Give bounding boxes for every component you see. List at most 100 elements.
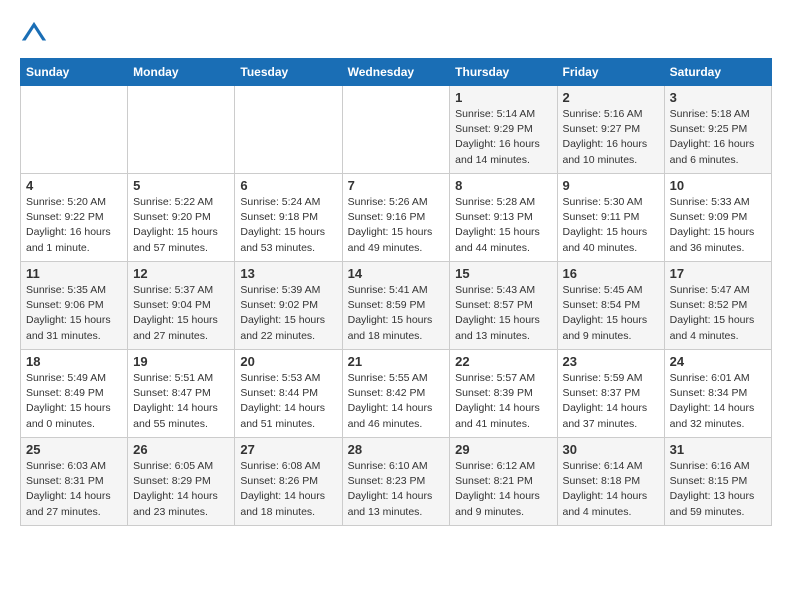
day-number: 25: [26, 442, 122, 457]
calendar-cell: 18 Sunrise: 5:49 AM Sunset: 8:49 PM Dayli…: [21, 350, 128, 438]
calendar-cell: 21 Sunrise: 5:55 AM Sunset: 8:42 PM Dayli…: [342, 350, 450, 438]
day-info: Sunrise: 6:10 AM Sunset: 8:23 PM Dayligh…: [348, 459, 445, 520]
logo: [20, 20, 52, 48]
day-info: Sunrise: 5:16 AM Sunset: 9:27 PM Dayligh…: [563, 107, 659, 168]
day-number: 27: [240, 442, 336, 457]
day-number: 4: [26, 178, 122, 193]
calendar-cell: 16 Sunrise: 5:45 AM Sunset: 8:54 PM Dayli…: [557, 262, 664, 350]
day-info: Sunrise: 5:57 AM Sunset: 8:39 PM Dayligh…: [455, 371, 551, 432]
calendar-cell: 20 Sunrise: 5:53 AM Sunset: 8:44 PM Dayli…: [235, 350, 342, 438]
calendar-week-row: 18 Sunrise: 5:49 AM Sunset: 8:49 PM Dayli…: [21, 350, 772, 438]
day-number: 30: [563, 442, 659, 457]
day-number: 18: [26, 354, 122, 369]
day-number: 6: [240, 178, 336, 193]
day-info: Sunrise: 5:18 AM Sunset: 9:25 PM Dayligh…: [670, 107, 766, 168]
calendar-cell: 26 Sunrise: 6:05 AM Sunset: 8:29 PM Dayli…: [128, 438, 235, 526]
calendar-cell: [128, 86, 235, 174]
calendar-week-row: 25 Sunrise: 6:03 AM Sunset: 8:31 PM Dayli…: [21, 438, 772, 526]
calendar-body: 1 Sunrise: 5:14 AM Sunset: 9:29 PM Daylig…: [21, 86, 772, 526]
calendar-cell: 27 Sunrise: 6:08 AM Sunset: 8:26 PM Dayli…: [235, 438, 342, 526]
day-info: Sunrise: 5:26 AM Sunset: 9:16 PM Dayligh…: [348, 195, 445, 256]
day-number: 22: [455, 354, 551, 369]
calendar-cell: 29 Sunrise: 6:12 AM Sunset: 8:21 PM Dayli…: [450, 438, 557, 526]
calendar-cell: 9 Sunrise: 5:30 AM Sunset: 9:11 PM Daylig…: [557, 174, 664, 262]
day-info: Sunrise: 6:05 AM Sunset: 8:29 PM Dayligh…: [133, 459, 229, 520]
calendar-cell: 19Sunrise: 5:51 AM Sunset: 8:47 PM Dayli…: [128, 350, 235, 438]
day-info: Sunrise: 5:33 AM Sunset: 9:09 PM Dayligh…: [670, 195, 766, 256]
calendar-cell: 13Sunrise: 5:39 AM Sunset: 9:02 PM Dayli…: [235, 262, 342, 350]
day-number: 23: [563, 354, 659, 369]
calendar-cell: 2 Sunrise: 5:16 AM Sunset: 9:27 PM Daylig…: [557, 86, 664, 174]
calendar-week-row: 1 Sunrise: 5:14 AM Sunset: 9:29 PM Daylig…: [21, 86, 772, 174]
day-number: 3: [670, 90, 766, 105]
day-info: Sunrise: 5:24 AM Sunset: 9:18 PM Dayligh…: [240, 195, 336, 256]
day-number: 10: [670, 178, 766, 193]
day-info: Sunrise: 6:12 AM Sunset: 8:21 PM Dayligh…: [455, 459, 551, 520]
day-info: Sunrise: 6:16 AM Sunset: 8:15 PM Dayligh…: [670, 459, 766, 520]
calendar-cell: 23 Sunrise: 5:59 AM Sunset: 8:37 PM Dayli…: [557, 350, 664, 438]
day-number: 17: [670, 266, 766, 281]
calendar-cell: [235, 86, 342, 174]
day-info: Sunrise: 5:51 AM Sunset: 8:47 PM Dayligh…: [133, 371, 229, 432]
day-info: Sunrise: 5:53 AM Sunset: 8:44 PM Dayligh…: [240, 371, 336, 432]
calendar-cell: 12 Sunrise: 5:37 AM Sunset: 9:04 PM Dayli…: [128, 262, 235, 350]
day-info: Sunrise: 6:14 AM Sunset: 8:18 PM Dayligh…: [563, 459, 659, 520]
calendar-cell: 28 Sunrise: 6:10 AM Sunset: 8:23 PM Dayli…: [342, 438, 450, 526]
weekday-header-row: SundayMondayTuesdayWednesdayThursdayFrid…: [21, 59, 772, 86]
day-number: 9: [563, 178, 659, 193]
day-number: 15: [455, 266, 551, 281]
day-info: Sunrise: 5:20 AM Sunset: 9:22 PM Dayligh…: [26, 195, 122, 256]
day-info: Sunrise: 6:03 AM Sunset: 8:31 PM Dayligh…: [26, 459, 122, 520]
day-number: 20: [240, 354, 336, 369]
day-info: Sunrise: 5:22 AM Sunset: 9:20 PM Dayligh…: [133, 195, 229, 256]
day-info: Sunrise: 5:37 AM Sunset: 9:04 PM Dayligh…: [133, 283, 229, 344]
day-number: 31: [670, 442, 766, 457]
weekday-header-thursday: Thursday: [450, 59, 557, 86]
day-number: 7: [348, 178, 445, 193]
logo-icon: [20, 20, 48, 48]
calendar-cell: 11Sunrise: 5:35 AM Sunset: 9:06 PM Dayli…: [21, 262, 128, 350]
weekday-header-sunday: Sunday: [21, 59, 128, 86]
calendar-cell: 6 Sunrise: 5:24 AM Sunset: 9:18 PM Daylig…: [235, 174, 342, 262]
day-number: 21: [348, 354, 445, 369]
day-info: Sunrise: 5:41 AM Sunset: 8:59 PM Dayligh…: [348, 283, 445, 344]
weekday-header-tuesday: Tuesday: [235, 59, 342, 86]
day-number: 16: [563, 266, 659, 281]
calendar-cell: 10 Sunrise: 5:33 AM Sunset: 9:09 PM Dayli…: [664, 174, 771, 262]
day-number: 29: [455, 442, 551, 457]
weekday-header-friday: Friday: [557, 59, 664, 86]
calendar-cell: 8 Sunrise: 5:28 AM Sunset: 9:13 PM Daylig…: [450, 174, 557, 262]
weekday-header-saturday: Saturday: [664, 59, 771, 86]
day-number: 24: [670, 354, 766, 369]
day-number: 1: [455, 90, 551, 105]
calendar-cell: 1 Sunrise: 5:14 AM Sunset: 9:29 PM Daylig…: [450, 86, 557, 174]
day-info: Sunrise: 6:08 AM Sunset: 8:26 PM Dayligh…: [240, 459, 336, 520]
calendar-cell: 24Sunrise: 6:01 AM Sunset: 8:34 PM Dayli…: [664, 350, 771, 438]
day-number: 26: [133, 442, 229, 457]
calendar-week-row: 11Sunrise: 5:35 AM Sunset: 9:06 PM Dayli…: [21, 262, 772, 350]
day-info: Sunrise: 5:47 AM Sunset: 8:52 PM Dayligh…: [670, 283, 766, 344]
weekday-header-monday: Monday: [128, 59, 235, 86]
day-info: Sunrise: 5:30 AM Sunset: 9:11 PM Dayligh…: [563, 195, 659, 256]
day-info: Sunrise: 5:43 AM Sunset: 8:57 PM Dayligh…: [455, 283, 551, 344]
day-info: Sunrise: 5:59 AM Sunset: 8:37 PM Dayligh…: [563, 371, 659, 432]
day-number: 12: [133, 266, 229, 281]
calendar-header: SundayMondayTuesdayWednesdayThursdayFrid…: [21, 59, 772, 86]
day-info: Sunrise: 5:35 AM Sunset: 9:06 PM Dayligh…: [26, 283, 122, 344]
weekday-header-wednesday: Wednesday: [342, 59, 450, 86]
day-info: Sunrise: 5:14 AM Sunset: 9:29 PM Dayligh…: [455, 107, 551, 168]
day-number: 5: [133, 178, 229, 193]
day-number: 8: [455, 178, 551, 193]
day-info: Sunrise: 5:55 AM Sunset: 8:42 PM Dayligh…: [348, 371, 445, 432]
day-info: Sunrise: 5:49 AM Sunset: 8:49 PM Dayligh…: [26, 371, 122, 432]
day-number: 13: [240, 266, 336, 281]
day-info: Sunrise: 5:45 AM Sunset: 8:54 PM Dayligh…: [563, 283, 659, 344]
day-info: Sunrise: 5:28 AM Sunset: 9:13 PM Dayligh…: [455, 195, 551, 256]
calendar-cell: 3 Sunrise: 5:18 AM Sunset: 9:25 PM Daylig…: [664, 86, 771, 174]
day-number: 2: [563, 90, 659, 105]
day-number: 14: [348, 266, 445, 281]
calendar-cell: [21, 86, 128, 174]
day-number: 28: [348, 442, 445, 457]
calendar-cell: 14 Sunrise: 5:41 AM Sunset: 8:59 PM Dayli…: [342, 262, 450, 350]
calendar-cell: 31 Sunrise: 6:16 AM Sunset: 8:15 PM Dayli…: [664, 438, 771, 526]
